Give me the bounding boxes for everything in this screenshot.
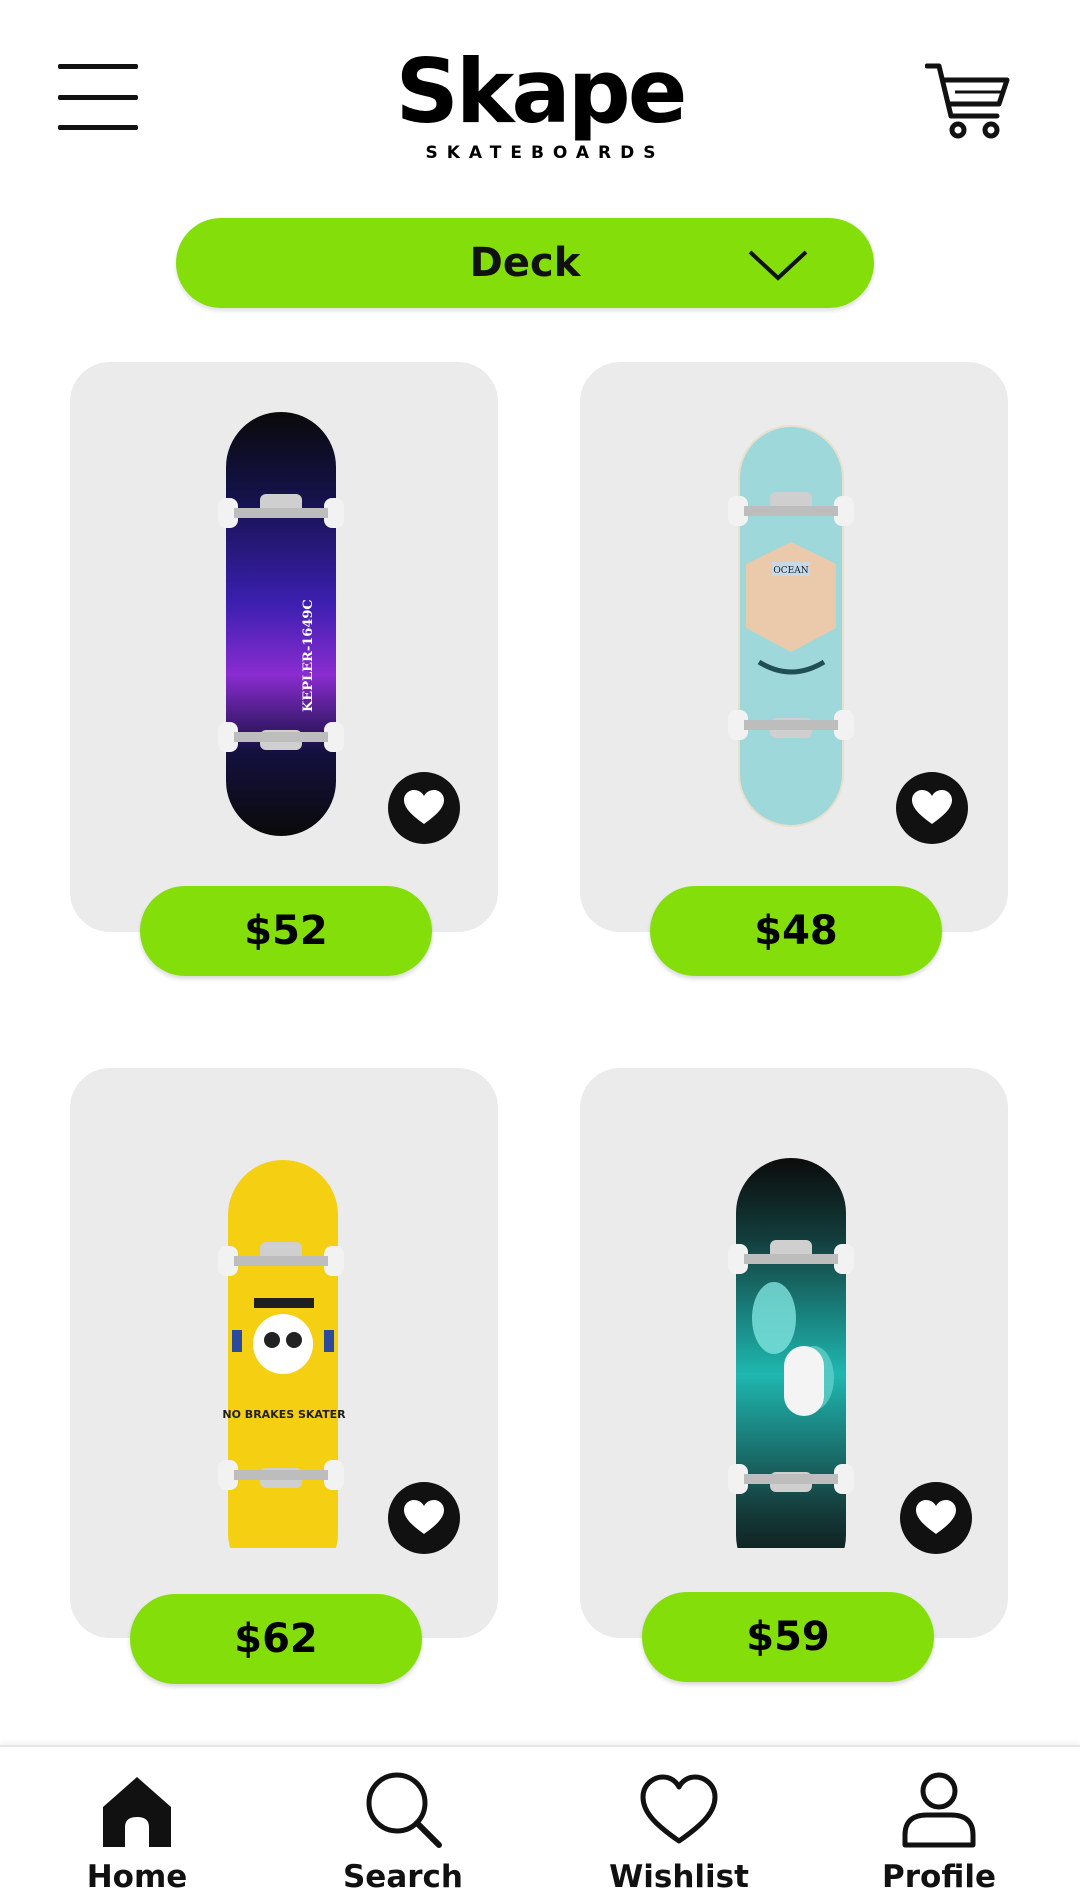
product-card[interactable]: KEPLER-1649C — [70, 362, 498, 932]
cart-button[interactable] — [924, 58, 1011, 144]
menu-button[interactable] — [58, 64, 138, 130]
heart-icon — [404, 1500, 444, 1534]
deck-print-text: NO BRAKES SKATER — [222, 1408, 346, 1421]
search-icon — [366, 1772, 442, 1848]
favorite-button[interactable] — [896, 772, 968, 844]
heart-icon — [404, 790, 444, 824]
nav-profile-label: Profile — [882, 1859, 996, 1895]
menu-bar — [58, 125, 138, 130]
price-button[interactable]: $52 — [140, 886, 432, 976]
menu-bar — [58, 95, 138, 100]
nav-home-label: Home — [86, 1859, 188, 1895]
favorite-button[interactable] — [900, 1482, 972, 1554]
product-card[interactable]: NO BRAKES SKATER — [70, 1068, 498, 1638]
heart-icon — [916, 1500, 956, 1534]
brand-tagline: SKATEBOARDS — [425, 143, 665, 163]
skateboard-deck-image: KEPLER-1649C — [218, 412, 344, 836]
category-dropdown[interactable]: Deck — [176, 218, 874, 308]
price-button[interactable]: $59 — [642, 1592, 934, 1682]
nav-search-label: Search — [342, 1859, 463, 1895]
nav-search[interactable]: Search — [308, 1747, 498, 1903]
deck-print-text: KEPLER-1649C — [301, 599, 316, 712]
deck-print-text: OCEAN — [773, 566, 808, 576]
heart-icon — [912, 790, 952, 824]
skateboard-deck-image — [728, 1158, 854, 1548]
favorite-button[interactable] — [388, 772, 460, 844]
product-card[interactable] — [580, 1068, 1008, 1638]
price-button[interactable]: $62 — [130, 1594, 422, 1684]
skateboard-deck-image: NO BRAKES SKATER — [218, 1160, 346, 1548]
bottom-navigation: Home Search Wishlist Profile — [0, 1745, 1080, 1903]
brand-logo[interactable]: Skape SKATEBOARDS — [360, 44, 720, 164]
user-icon — [902, 1772, 976, 1848]
favorite-button[interactable] — [388, 1482, 460, 1554]
nav-profile[interactable]: Profile — [844, 1747, 1034, 1903]
nav-wishlist[interactable]: Wishlist — [584, 1747, 774, 1903]
shopping-cart-icon — [924, 63, 1010, 139]
product-card[interactable]: OCEAN — [580, 362, 1008, 932]
menu-bar — [58, 64, 138, 69]
nav-wishlist-label: Wishlist — [609, 1859, 749, 1895]
heart-outline-icon — [640, 1774, 718, 1844]
chevron-down-icon — [748, 250, 808, 281]
price-button[interactable]: $48 — [650, 886, 942, 976]
brand-name: Skape — [395, 40, 688, 143]
nav-home[interactable]: Home — [42, 1747, 232, 1903]
skateboard-deck-image: OCEAN — [728, 425, 854, 827]
home-icon — [103, 1777, 171, 1847]
